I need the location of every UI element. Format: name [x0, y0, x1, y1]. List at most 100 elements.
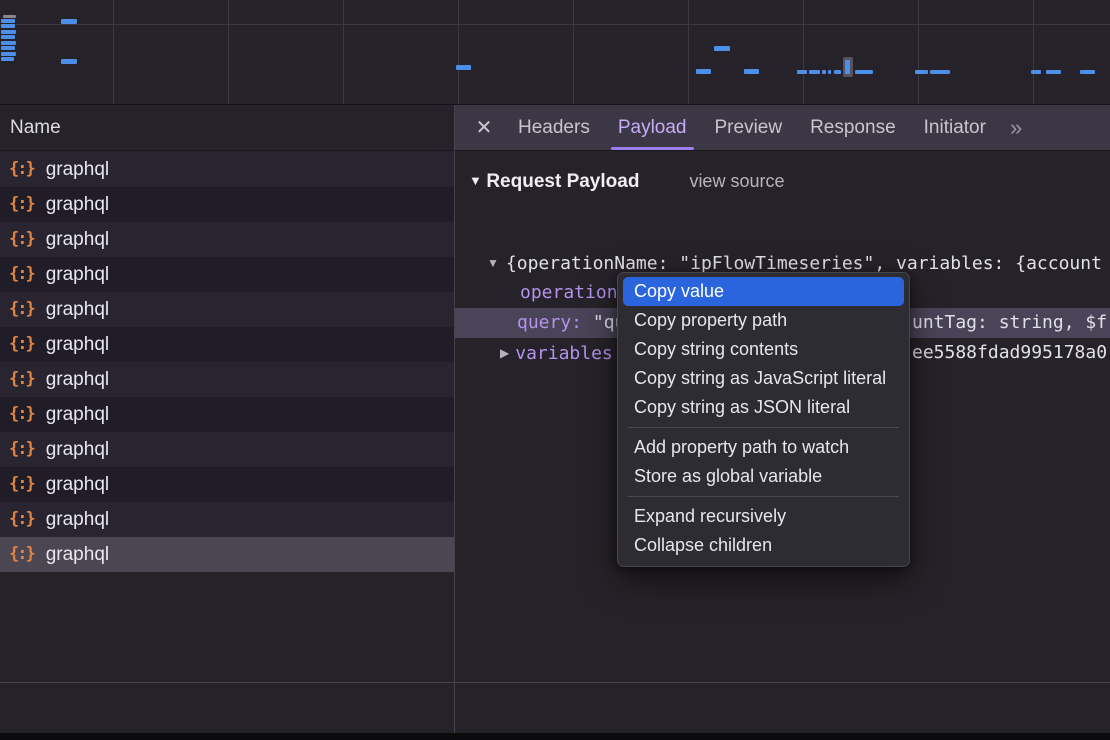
waterfall-bar [822, 70, 826, 74]
waterfall-bar [1, 52, 16, 56]
table-row-graphql[interactable]: {:}graphql [0, 397, 454, 432]
json-braces-icon: {:} [9, 159, 34, 179]
waterfall-bar [828, 70, 831, 74]
collapsed-triangle-icon[interactable]: ▶ [500, 346, 509, 360]
waterfall-bar [1, 46, 15, 50]
request-name-label: graphql [46, 159, 109, 181]
close-icon[interactable]: ✕ [472, 115, 496, 140]
table-row-graphql[interactable]: {:} graphql [0, 292, 454, 327]
table-row-graphql[interactable]: {:} graphql [0, 432, 454, 467]
name-column-label: Name [10, 117, 61, 138]
request-name-label: graphql [46, 299, 109, 321]
json-braces-icon: {:} [9, 264, 34, 284]
waterfall-bar [1, 30, 16, 34]
menu-item-copy-property-path[interactable]: Copy property path [623, 306, 904, 335]
menu-item-collapse-children[interactable]: Collapse children [623, 531, 904, 560]
timeline-gridline [1033, 0, 1034, 104]
view-source-link[interactable]: view source [689, 171, 784, 191]
variables-key: variables [515, 343, 613, 364]
menu-item-add-property-path-to-watch[interactable]: Add property path to watch [623, 433, 904, 462]
request-name-label: graphql [46, 474, 109, 496]
table-row-graphql[interactable]: {:} graphql [0, 362, 454, 397]
timeline-gridline [228, 0, 229, 104]
table-row-graphql[interactable]: {:} graphql [0, 257, 454, 292]
timeline-gray-bar [3, 15, 16, 18]
waterfall-bar [809, 70, 820, 74]
tab-response[interactable]: Response [796, 105, 910, 150]
menu-item-copy-value[interactable]: Copy value [623, 277, 904, 306]
json-braces-icon: {:} [9, 439, 34, 459]
tab-initiator[interactable]: Initiator [910, 105, 1000, 150]
request-name-label: graphql [46, 509, 109, 531]
timeline-gridline [918, 0, 919, 104]
timeline-gridline [458, 0, 459, 104]
waterfall-bar [714, 46, 730, 51]
waterfall-bar [1, 19, 15, 23]
request-name-label: graphql [46, 194, 109, 216]
tab-preview[interactable]: Preview [701, 105, 797, 150]
waterfall-bar [1080, 70, 1095, 74]
json-braces-icon: {:} [9, 369, 34, 389]
tab-headers[interactable]: Headers [504, 105, 604, 150]
table-row-graphql[interactable]: {:} graphql [0, 222, 454, 257]
timeline-gridline [0, 24, 1110, 25]
bottom-strip [0, 733, 1110, 740]
waterfall-bar [1, 57, 14, 61]
table-row-graphql[interactable]: {:}graphql [0, 467, 454, 502]
more-tabs-icon[interactable]: » [1000, 105, 1030, 150]
timeline-gridline [343, 0, 344, 104]
menu-separator [628, 496, 899, 497]
network-overview-timeline[interactable] [0, 0, 1110, 105]
details-tabs: HeadersPayloadPreviewResponseInitiator [504, 105, 1000, 150]
payload-root-preview: {operationName: "ipFlowTimeseries", vari… [506, 253, 1102, 274]
request-rows: {:} graphql {:} graphql {:} graphql {:} graphql… [0, 152, 454, 572]
tab-payload[interactable]: Payload [604, 105, 701, 150]
panel-divider[interactable] [454, 105, 455, 733]
menu-separator [628, 427, 899, 428]
json-braces-icon: {:} [9, 299, 34, 319]
waterfall-bar [1, 41, 16, 45]
waterfall-bar [1, 24, 15, 28]
timeline-gridline [803, 0, 804, 104]
footer-divider [0, 682, 1110, 683]
json-braces-icon: {:} [9, 544, 34, 564]
waterfall-bar [930, 70, 950, 74]
requests-table: Name {:}graphql{:}graphql{:}graphql{:}gr… [0, 105, 454, 740]
menu-item-store-as-global-variable[interactable]: Store as global variable [623, 462, 904, 491]
name-column-header[interactable]: Name [0, 105, 454, 151]
timeline-gridline [688, 0, 689, 104]
waterfall-bar [61, 19, 77, 24]
json-braces-icon: {:} [9, 404, 34, 424]
request-name-label: graphql [46, 369, 109, 391]
menu-item-copy-string-contents[interactable]: Copy string contents [623, 335, 904, 364]
request-payload-section-header[interactable]: ▼ Request Payloadview source [455, 165, 784, 197]
table-row-graphql[interactable]: {:} graphql [0, 152, 454, 187]
timeline-selection-marker[interactable] [843, 57, 853, 77]
table-row-graphql[interactable]: {:} graphql [0, 502, 454, 537]
context-menu: Copy valueCopy property pathCopy string … [617, 272, 910, 567]
request-name-label: graphql [46, 229, 109, 251]
variables-value-right-fragment: ee5588fdad995178a0 [912, 338, 1107, 368]
devtools-network-panel: Name {:}graphql{:}graphql{:}graphql{:}gr… [0, 0, 1110, 740]
menu-item-copy-string-as-json-literal[interactable]: Copy string as JSON literal [623, 393, 904, 422]
table-row-graphql[interactable]: {:}graphql [0, 327, 454, 362]
menu-item-copy-string-as-javascript-literal[interactable]: Copy string as JavaScript literal [623, 364, 904, 393]
json-braces-icon: {:} [9, 509, 34, 529]
json-braces-icon: {:} [9, 229, 34, 249]
table-row-graphql[interactable]: {:}graphql [0, 187, 454, 222]
waterfall-bar [797, 70, 807, 74]
waterfall-bar [696, 69, 711, 74]
waterfall-bar [61, 59, 77, 64]
details-tabbar: ✕ HeadersPayloadPreviewResponseInitiator… [455, 105, 1110, 151]
timeline-gridline [113, 0, 114, 104]
request-name-label: graphql [46, 264, 109, 286]
query-key: query: [517, 312, 593, 333]
expand-triangle-icon[interactable]: ▼ [487, 256, 499, 270]
query-value-right-fragment: untTag: string, $f [912, 308, 1107, 338]
request-name-label: graphql [46, 439, 109, 461]
menu-item-expand-recursively[interactable]: Expand recursively [623, 502, 904, 531]
json-braces-icon: {:} [9, 334, 34, 354]
waterfall-bar [1046, 70, 1061, 74]
request-name-label: graphql [46, 544, 109, 566]
table-row-graphql[interactable]: {:} graphql [0, 537, 454, 572]
